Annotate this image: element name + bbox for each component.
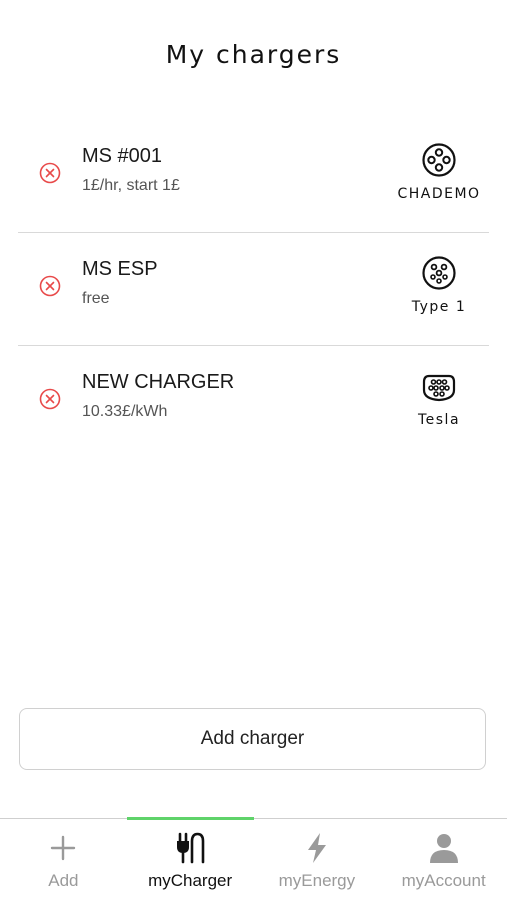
nav-item-add[interactable]: Add [0, 819, 127, 901]
plus-icon [51, 835, 76, 861]
charger-name: NEW CHARGER [82, 371, 235, 393]
lightning-icon [307, 833, 326, 863]
remove-charger-icon[interactable] [39, 275, 61, 297]
charger-price: 1£/hr, start 1£ [82, 177, 180, 194]
charger-row[interactable]: NEW CHARGER 10.33£/kWh Tesla [18, 346, 489, 458]
add-charger-button[interactable]: Add charger [19, 708, 486, 770]
connector-type: Type 1 [389, 255, 489, 315]
nav-label-myaccount: myAccount [401, 871, 486, 890]
remove-charger-icon[interactable] [39, 162, 61, 184]
connector-type: Tesla [389, 368, 489, 428]
charger-price: 10.33£/kWh [82, 403, 168, 420]
charger-list: MS #001 1£/hr, start 1£ CHADEMO MS ESP f… [18, 120, 489, 458]
type1-connector-icon [422, 256, 456, 290]
nav-label-add: Add [48, 871, 79, 890]
nav-item-mycharger[interactable]: myCharger [126, 817, 254, 901]
charger-name: MS #001 [82, 145, 163, 167]
tesla-connector-icon [422, 374, 456, 402]
connector-label: Type 1 [411, 299, 467, 315]
chademo-connector-icon [422, 143, 456, 177]
plug-icon [177, 832, 205, 864]
nav-item-myenergy[interactable]: myEnergy [254, 819, 381, 901]
connector-type: CHADEMO [389, 142, 489, 202]
connector-label: CHADEMO [397, 186, 481, 202]
nav-item-myaccount[interactable]: myAccount [380, 819, 507, 901]
nav-label-mycharger: myCharger [148, 871, 233, 890]
remove-charger-icon[interactable] [39, 388, 61, 410]
user-icon [429, 834, 458, 863]
nav-label-myenergy: myEnergy [278, 871, 356, 890]
charger-name: MS ESP [82, 258, 158, 280]
connector-label: Tesla [417, 412, 461, 428]
charger-price: free [82, 290, 110, 307]
bottom-nav: Add myCharger myEnergy myAccount [0, 817, 507, 901]
page-title: My chargers [165, 40, 342, 69]
charger-row[interactable]: MS ESP free Type 1 [18, 233, 489, 346]
charger-row[interactable]: MS #001 1£/hr, start 1£ CHADEMO [18, 120, 489, 233]
